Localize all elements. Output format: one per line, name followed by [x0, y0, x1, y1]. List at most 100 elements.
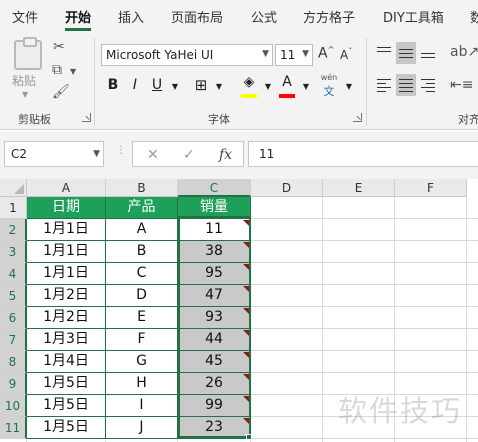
date-cell[interactable]: 1月3日: [27, 329, 106, 351]
orientation-icon[interactable]: ab↗: [450, 45, 478, 59]
tab-page-layout[interactable]: 页面布局: [171, 7, 223, 26]
name-box[interactable]: C2 ▼: [4, 141, 104, 167]
sales-cell[interactable]: 93: [178, 307, 251, 329]
borders-dropdown-icon[interactable]: ▼: [210, 82, 228, 91]
table-header-sales-cell[interactable]: 销量: [178, 197, 251, 219]
row-header-11[interactable]: 11: [0, 417, 27, 439]
product-cell[interactable]: E: [106, 307, 178, 329]
sales-cell[interactable]: 44: [178, 329, 251, 351]
borders-icon[interactable]: ⊞: [192, 76, 210, 94]
formula-input[interactable]: 11: [248, 141, 478, 167]
decrease-font-size-button[interactable]: Aˇ: [340, 47, 352, 62]
sales-cell[interactable]: 95: [178, 263, 251, 285]
sales-cell[interactable]: 26: [178, 373, 251, 395]
row-header-4[interactable]: 4: [0, 263, 27, 285]
enter-icon[interactable]: ✓: [183, 147, 195, 163]
date-cell[interactable]: 1月2日: [27, 307, 106, 329]
tab-data[interactable]: 数: [470, 7, 478, 26]
row-header-3[interactable]: 3: [0, 241, 27, 263]
font-color-button[interactable]: A: [278, 74, 296, 90]
date-cell[interactable]: 1月5日: [27, 417, 106, 439]
insert-function-button[interactable]: fx: [219, 147, 232, 163]
date-cell[interactable]: 1月1日: [27, 263, 106, 285]
fill-color-dropdown-icon[interactable]: ▼: [259, 82, 277, 91]
align-top-button[interactable]: [374, 42, 394, 64]
copy-dropdown-icon[interactable]: ▼: [70, 65, 76, 79]
row-header-6[interactable]: 6: [0, 307, 27, 329]
font-color-dropdown-icon[interactable]: ▼: [297, 82, 315, 91]
paste-dropdown-arrow[interactable]: ▼: [22, 90, 28, 99]
column-header-c[interactable]: C: [178, 179, 251, 197]
product-cell[interactable]: B: [106, 241, 178, 263]
tab-insert[interactable]: 插入: [118, 7, 144, 26]
tab-fangfang[interactable]: 方方格子: [303, 7, 355, 26]
paste-icon[interactable]: [14, 37, 42, 70]
column-header-b[interactable]: B: [106, 179, 178, 197]
date-cell[interactable]: 1月4日: [27, 351, 106, 373]
tab-file[interactable]: 文件: [12, 7, 38, 26]
cut-icon[interactable]: ✂: [53, 40, 65, 54]
product-cell[interactable]: D: [106, 285, 178, 307]
row-header-9[interactable]: 9: [0, 373, 27, 395]
row-header-10[interactable]: 10: [0, 395, 27, 417]
copy-icon[interactable]: ⧉: [52, 63, 62, 77]
align-bottom-button[interactable]: [418, 42, 438, 64]
font-name-select[interactable]: Microsoft YaHei UI ▼: [101, 44, 273, 66]
row-header-8[interactable]: 8: [0, 351, 27, 373]
product-cell[interactable]: C: [106, 263, 178, 285]
date-cell[interactable]: 1月2日: [27, 285, 106, 307]
table-header-product-cell[interactable]: 产品: [106, 197, 178, 219]
date-cell[interactable]: 1月5日: [27, 373, 106, 395]
product-cell[interactable]: H: [106, 373, 178, 395]
table-header-date-cell[interactable]: 日期: [27, 197, 106, 219]
column-header-d[interactable]: D: [251, 179, 323, 197]
row-header-1[interactable]: 1: [0, 197, 27, 219]
date-cell[interactable]: 1月5日: [27, 395, 106, 417]
row-header-2[interactable]: 2: [0, 219, 27, 241]
sales-cell[interactable]: 38: [178, 241, 251, 263]
cancel-icon[interactable]: ✕: [147, 147, 159, 163]
align-right-button[interactable]: [418, 74, 438, 96]
date-cell[interactable]: 1月1日: [27, 241, 106, 263]
align-middle-button[interactable]: [396, 42, 416, 64]
font-launcher-icon[interactable]: [353, 113, 362, 122]
sales-cell[interactable]: 11: [178, 219, 251, 241]
bold-button[interactable]: B: [104, 77, 122, 93]
product-cell[interactable]: J: [106, 417, 178, 439]
fill-handle[interactable]: [246, 434, 252, 440]
phonetic-guide-bottom[interactable]: 文: [320, 83, 338, 99]
phonetic-guide-top[interactable]: wén: [320, 73, 338, 82]
format-painter-icon[interactable]: 🖌: [52, 85, 70, 99]
tab-home[interactable]: 开始: [65, 7, 91, 26]
align-left-button[interactable]: [374, 74, 394, 96]
tab-formulas[interactable]: 公式: [251, 7, 277, 26]
row-header-7[interactable]: 7: [0, 329, 27, 351]
clipboard-launcher-icon[interactable]: [82, 113, 91, 122]
product-cell[interactable]: I: [106, 395, 178, 417]
sales-cell[interactable]: 47: [178, 285, 251, 307]
sales-cell[interactable]: 45: [178, 351, 251, 373]
font-size-select[interactable]: 11 ▼: [275, 44, 313, 66]
column-header-f[interactable]: F: [395, 179, 467, 197]
indent-icon[interactable]: ⇤≡: [450, 78, 473, 92]
column-header-a[interactable]: A: [27, 179, 106, 197]
paste-button-label[interactable]: 粘贴: [12, 72, 36, 89]
sales-cell[interactable]: 99: [178, 395, 251, 417]
product-cell[interactable]: A: [106, 219, 178, 241]
sales-cell[interactable]: 23: [178, 417, 251, 439]
date-cell[interactable]: 1月1日: [27, 219, 106, 241]
fill-color-icon[interactable]: ◈: [240, 74, 258, 90]
column-header-e[interactable]: E: [323, 179, 395, 197]
phonetic-dropdown-icon[interactable]: ▼: [340, 82, 358, 91]
underline-dropdown-icon[interactable]: ▼: [166, 82, 184, 91]
row-header-5[interactable]: 5: [0, 285, 27, 307]
italic-button[interactable]: I: [126, 77, 144, 93]
product-cell[interactable]: G: [106, 351, 178, 373]
select-all-button[interactable]: [0, 179, 27, 197]
product-cell[interactable]: F: [106, 329, 178, 351]
align-center-button[interactable]: [396, 74, 416, 96]
increase-font-size-button[interactable]: A^: [318, 45, 334, 62]
worksheet-grid[interactable]: A B C D E F 1 2 3 4 5 6 7 8 9 10 11 日期 产品 销量 1月1日 A 11 1月1日 B 38 1…: [0, 179, 478, 442]
underline-button[interactable]: U: [148, 77, 166, 93]
tab-diy-toolbox[interactable]: DIY工具箱: [383, 7, 444, 26]
